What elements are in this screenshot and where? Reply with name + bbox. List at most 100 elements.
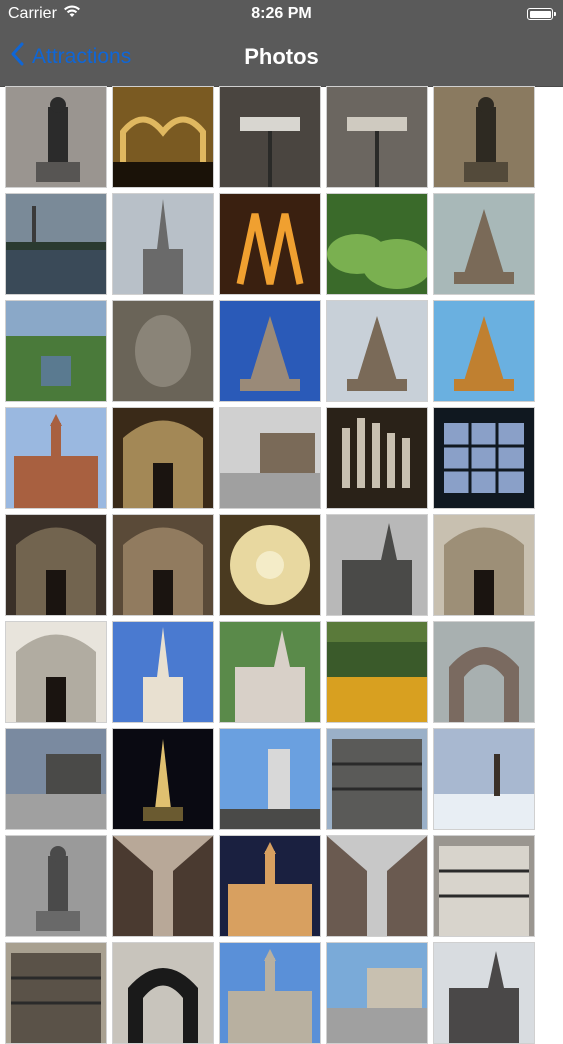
photo-image [6,87,106,187]
photo-image [113,408,213,508]
photo-thumbnail-ornate-facade[interactable] [433,835,535,937]
photo-thumbnail-stained-window[interactable] [433,407,535,509]
photo-thumbnail-gothic-church[interactable] [326,514,428,616]
photo-image [220,194,320,294]
photo-thumbnail-night-obelisk[interactable] [112,728,214,830]
photo-image [327,943,427,1043]
photo-image [434,515,534,615]
photo-image [327,836,427,936]
photo-thumbnail-baroque-interior[interactable] [433,514,535,616]
status-right [527,8,563,20]
photo-image [6,301,106,401]
photo-thumbnail-concert-hall[interactable] [112,407,214,509]
photo-thumbnail-statue-group[interactable] [5,86,107,188]
carrier-label: Carrier [8,5,57,22]
back-button[interactable]: Attractions [10,28,131,86]
photo-thumbnail-memorial-green[interactable] [219,621,321,723]
photo-image [220,943,320,1043]
photo-image [327,622,427,722]
photo-image [113,943,213,1043]
photo-image [220,301,320,401]
photo-image [6,194,106,294]
photo-thumbnail-lake-tower[interactable] [5,193,107,295]
photo-image [434,836,534,936]
photo-image [327,301,427,401]
photo-thumbnail-narrow-street[interactable] [112,835,214,937]
photo-image [327,194,427,294]
photo-image [327,729,427,829]
photo-image [434,622,534,722]
photo-thumbnail-fountain-column[interactable] [5,835,107,937]
photo-image [434,943,534,1043]
photo-image [434,301,534,401]
photo-image [113,515,213,615]
photo-thumbnail-monument-reflect[interactable] [326,300,428,402]
photo-thumbnail-stone-carving[interactable] [112,300,214,402]
photo-image [434,729,534,829]
photo-thumbnail-gold-arcade[interactable] [112,86,214,188]
photo-thumbnail-city-skyline[interactable] [326,942,428,1044]
photo-thumbnail-gothic-detail[interactable] [5,942,107,1044]
status-left: Carrier [0,5,81,23]
photo-grid [5,86,558,1044]
photo-image [113,729,213,829]
photo-image [434,87,534,187]
photo-thumbnail-monument-blue[interactable] [219,300,321,402]
photo-image [220,408,320,508]
photo-thumbnail-highrise-street[interactable] [219,728,321,830]
photo-thumbnail-church-nave[interactable] [5,514,107,616]
photo-image [434,194,534,294]
photo-thumbnail-monument-gold[interactable] [433,300,535,402]
photo-thumbnail-lit-arches[interactable] [219,193,321,295]
photo-image [6,408,106,508]
photo-thumbnail-garden-plants[interactable] [326,193,428,295]
photo-thumbnail-street-sign[interactable] [219,86,321,188]
photo-image [6,515,106,615]
navigation-bar: Attractions Photos [0,28,563,87]
photo-thumbnail-shopping-street[interactable] [326,835,428,937]
wifi-icon [63,5,81,23]
photo-thumbnail-organ-pipes[interactable] [326,407,428,509]
photo-image [113,194,213,294]
photo-image [220,87,320,187]
photo-thumbnail-iron-gate[interactable] [112,942,214,1044]
photo-thumbnail-square-building[interactable] [219,407,321,509]
photo-thumbnail-monument-tree[interactable] [433,193,535,295]
photo-thumbnail-dome-ceiling[interactable] [219,514,321,616]
photo-thumbnail-modern-building[interactable] [326,728,428,830]
photo-thumbnail-cathedral-towers[interactable] [433,942,535,1044]
photo-thumbnail-white-hall[interactable] [5,621,107,723]
photo-image [113,301,213,401]
photo-thumbnail-church-spire[interactable] [112,193,214,295]
back-button-label: Attractions [32,45,132,68]
photo-thumbnail-meadow-forest[interactable] [326,621,428,723]
battery-icon [527,8,556,20]
status-bar: Carrier 8:26 PM [0,0,563,28]
photo-thumbnail-snowy-park[interactable] [433,728,535,830]
photo-thumbnail-zoo-gate[interactable] [433,621,535,723]
photo-thumbnail-town-hall-night[interactable] [219,835,321,937]
photo-image [327,515,427,615]
photo-image [220,622,320,722]
status-time: 8:26 PM [251,5,312,22]
photo-image [220,515,320,615]
photo-image [220,836,320,936]
photo-image [327,87,427,187]
photo-thumbnail-plaza-dusk[interactable] [5,728,107,830]
photo-image [113,622,213,722]
photo-thumbnail-columns-hall[interactable] [112,514,214,616]
photo-image [6,729,106,829]
photo-image [113,836,213,936]
photo-image [434,408,534,508]
photo-thumbnail-domed-building[interactable] [219,942,321,1044]
photo-thumbnail-aerial-park[interactable] [5,300,107,402]
photo-image [220,729,320,829]
photo-image [113,87,213,187]
photo-thumbnail-russian-church[interactable] [112,621,214,723]
photo-thumbnail-old-town-hall[interactable] [5,407,107,509]
chevron-left-icon [10,42,24,72]
photo-thumbnail-corner-sign[interactable] [326,86,428,188]
photo-image [6,943,106,1043]
photo-thumbnail-bronze-figures[interactable] [433,86,535,188]
photo-image [6,836,106,936]
